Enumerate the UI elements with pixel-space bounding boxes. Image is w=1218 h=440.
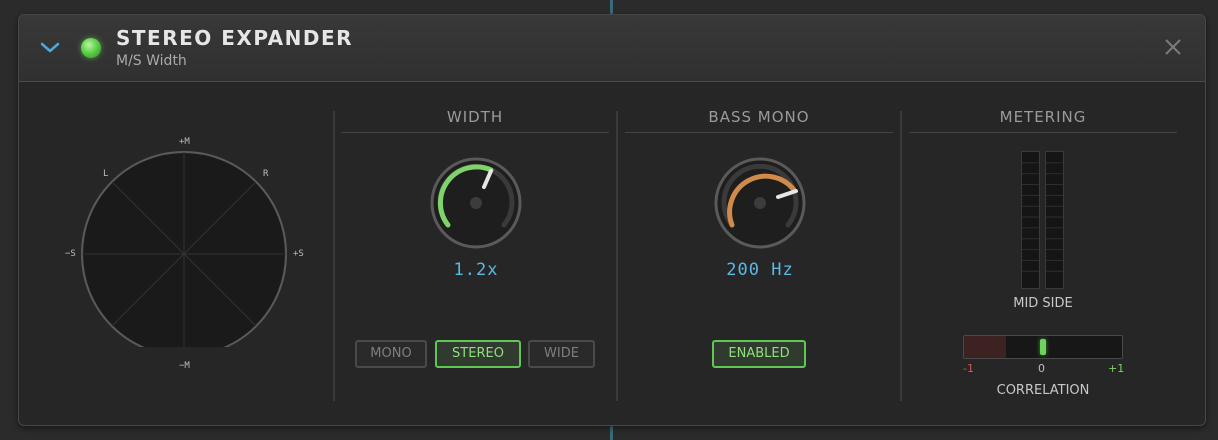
mid-side-label: MID SIDE	[1013, 296, 1073, 311]
background-divider-top	[610, 0, 613, 14]
vectorscope-label-left: −S	[65, 249, 76, 259]
mode-wide-button[interactable]: WIDE	[528, 340, 595, 368]
correlation-max-label: +1	[1108, 362, 1125, 375]
mid-meter	[1021, 151, 1040, 289]
vectorscope-label-top: +M	[179, 137, 190, 147]
section-divider	[616, 111, 618, 401]
correlation-meter	[963, 335, 1123, 359]
mode-mono-button[interactable]: MONO	[355, 340, 427, 368]
bass-mono-enabled-toggle[interactable]: ENABLED	[712, 340, 806, 368]
bass-mono-value: 200 Hz	[726, 260, 794, 280]
vectorscope-label-bottom: −M	[179, 361, 190, 371]
correlation-mid-label: 0	[1038, 362, 1045, 375]
section-rule	[909, 132, 1177, 133]
power-led[interactable]	[81, 38, 101, 58]
section-divider	[900, 111, 902, 401]
vectorscope-label-l: L	[103, 169, 109, 179]
metering-section-title: METERING	[999, 108, 1087, 126]
correlation-indicator	[1040, 339, 1046, 355]
plugin-panel: STEREO EXPANDER M/S Width +M −M −S +S L …	[18, 14, 1206, 426]
chevron-down-icon[interactable]	[39, 39, 61, 55]
width-knob[interactable]	[430, 157, 522, 249]
plugin-subtitle: M/S Width	[116, 53, 187, 69]
section-rule	[625, 132, 893, 133]
width-section-title: WIDTH	[446, 108, 504, 126]
section-divider	[333, 111, 335, 401]
correlation-min-label: -1	[963, 362, 974, 375]
side-meter	[1045, 151, 1064, 289]
close-icon[interactable]	[1163, 37, 1183, 57]
vectorscope-label-right: +S	[293, 249, 304, 259]
bass-mono-section-title: BASS MONO	[708, 108, 810, 126]
width-value: 1.2x	[453, 260, 499, 280]
bass-mono-knob[interactable]	[714, 157, 806, 249]
plugin-title: STEREO EXPANDER	[116, 26, 354, 50]
vectorscope	[81, 151, 287, 347]
plugin-header: STEREO EXPANDER M/S Width	[19, 15, 1205, 82]
section-rule	[341, 132, 609, 133]
mode-stereo-button[interactable]: STEREO	[435, 340, 521, 368]
background-divider-bottom	[610, 426, 613, 440]
vectorscope-label-r: R	[263, 169, 269, 179]
correlation-label: CORRELATION	[996, 383, 1090, 398]
correlation-negative-zone	[964, 336, 1006, 358]
